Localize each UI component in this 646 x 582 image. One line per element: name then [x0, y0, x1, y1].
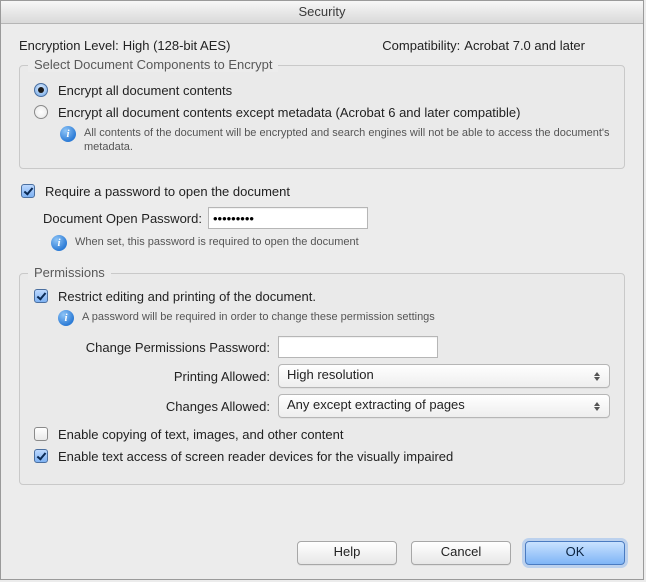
ok-button[interactable]: OK [525, 541, 625, 565]
checkbox-enable-copy[interactable] [34, 427, 48, 441]
require-open-password-row[interactable]: Require a password to open the document [21, 183, 625, 201]
chevron-up-down-icon [589, 365, 605, 387]
change-password-label: Change Permissions Password: [34, 340, 278, 355]
changes-allowed-select[interactable]: Any except extracting of pages [278, 394, 610, 418]
changes-allowed-row: Changes Allowed: Any except extracting o… [34, 394, 610, 418]
radio-encrypt-except-meta[interactable] [34, 105, 48, 119]
encryption-level-label: Encryption Level: [19, 38, 119, 53]
printing-allowed-select[interactable]: High resolution [278, 364, 610, 388]
enable-screenreader-row[interactable]: Enable text access of screen reader devi… [34, 448, 610, 466]
printing-allowed-value: High resolution [287, 367, 374, 382]
restrict-editing-row[interactable]: Restrict editing and printing of the doc… [34, 288, 610, 306]
security-dialog: Security Encryption Level: High (128-bit… [0, 0, 644, 580]
change-password-row: Change Permissions Password: [34, 336, 610, 358]
info-icon: i [60, 126, 76, 142]
open-password-note-text: When set, this password is required to o… [75, 235, 359, 249]
enable-copy-label: Enable copying of text, images, and othe… [58, 426, 343, 444]
radio-encrypt-all-label: Encrypt all document contents [58, 82, 232, 100]
cancel-button[interactable]: Cancel [411, 541, 511, 565]
info-icon: i [58, 310, 74, 326]
compatibility-label: Compatibility: [382, 38, 460, 53]
dialog-buttons: Help Cancel OK [297, 541, 625, 565]
encrypt-components-group: Select Document Components to Encrypt En… [19, 65, 625, 169]
checkbox-require-open-password[interactable] [21, 184, 35, 198]
permissions-group-title: Permissions [28, 265, 111, 280]
permissions-note-text: A password will be required in order to … [82, 310, 435, 324]
encrypt-group-title: Select Document Components to Encrypt [28, 57, 278, 72]
change-password-input[interactable] [278, 336, 438, 358]
checkbox-restrict-editing[interactable] [34, 289, 48, 303]
compatibility-value: Acrobat 7.0 and later [464, 38, 585, 53]
dialog-content: Encryption Level: High (128-bit AES) Com… [1, 24, 643, 485]
open-password-label: Document Open Password: [43, 211, 202, 226]
info-icon: i [51, 235, 67, 251]
radio-encrypt-all[interactable] [34, 83, 48, 97]
permissions-group: Permissions Restrict editing and printin… [19, 273, 625, 485]
open-password-input[interactable] [208, 207, 368, 229]
printing-allowed-label: Printing Allowed: [34, 369, 278, 384]
open-password-field-row: Document Open Password: [43, 207, 625, 229]
changes-allowed-value: Any except extracting of pages [287, 397, 465, 412]
encrypt-except-meta-row[interactable]: Encrypt all document contents except met… [34, 104, 610, 122]
enable-screenreader-label: Enable text access of screen reader devi… [58, 448, 453, 466]
changes-allowed-label: Changes Allowed: [34, 399, 278, 414]
printing-allowed-row: Printing Allowed: High resolution [34, 364, 610, 388]
open-password-note-row: i When set, this password is required to… [51, 235, 625, 251]
header-row: Encryption Level: High (128-bit AES) Com… [19, 38, 625, 53]
window-title: Security [1, 1, 643, 24]
encrypt-note-row: i All contents of the document will be e… [60, 126, 610, 154]
permissions-note-row: i A password will be required in order t… [58, 310, 610, 326]
encryption-level-value: High (128-bit AES) [123, 38, 231, 53]
chevron-up-down-icon [589, 395, 605, 417]
radio-encrypt-except-meta-label: Encrypt all document contents except met… [58, 104, 520, 122]
restrict-editing-label: Restrict editing and printing of the doc… [58, 288, 316, 306]
checkbox-enable-screenreader[interactable] [34, 449, 48, 463]
require-open-password-label: Require a password to open the document [45, 183, 290, 201]
encrypt-note-text: All contents of the document will be enc… [84, 126, 610, 154]
encrypt-all-row[interactable]: Encrypt all document contents [34, 82, 610, 100]
help-button[interactable]: Help [297, 541, 397, 565]
enable-copy-row[interactable]: Enable copying of text, images, and othe… [34, 426, 610, 444]
